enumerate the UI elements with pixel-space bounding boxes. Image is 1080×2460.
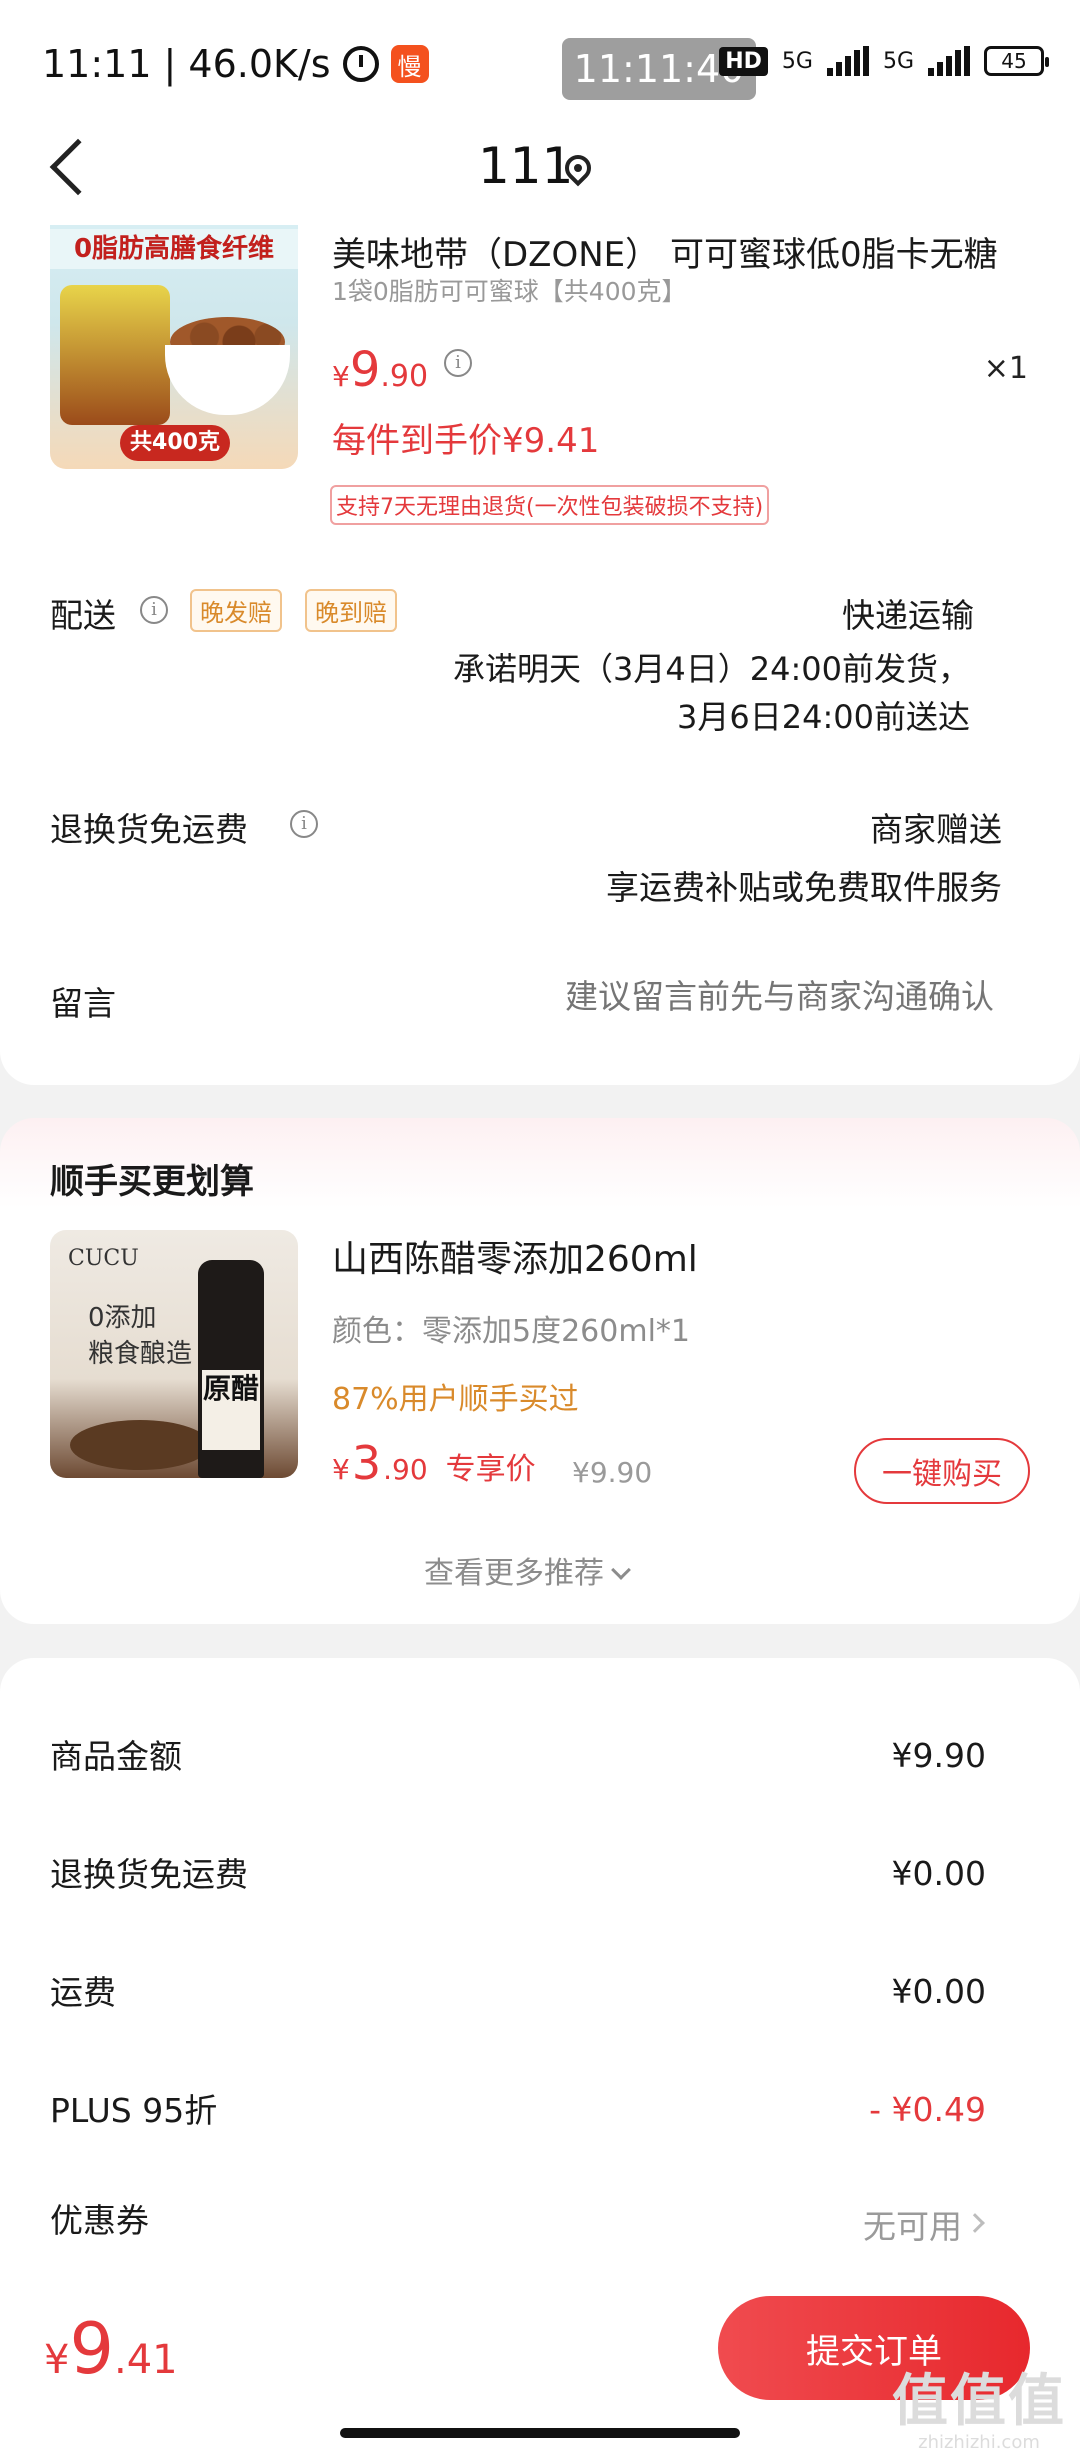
signal-icon [826, 46, 869, 76]
summary-label: PLUS 95折 [50, 2091, 218, 2130]
network-5g-label-2: 5G [882, 48, 914, 74]
summary-label: 退换货免运费 [50, 1855, 248, 1894]
watermark-logo: 值值值 zhizhizhi.com [892, 2369, 1066, 2454]
price-decimal: .90 [380, 359, 429, 394]
signal-icon-2 [928, 46, 970, 76]
product-image-banner: 0脂肪高膳食纤维 [50, 229, 298, 269]
late-ship-tag: 晚发赔 [190, 589, 282, 632]
summary-row-goods: 商品金额 ¥9.90 [50, 1730, 1000, 1790]
delivery-promise: 承诺明天（3月4日）24:00前发货， 3月6日24:00前送达 [453, 645, 970, 741]
product-price: ¥ 9 .90 [332, 342, 428, 398]
late-arrive-tag: 晚到赔 [305, 589, 397, 632]
coupon-value: 无可用 [863, 2207, 962, 2246]
message-input[interactable] [434, 977, 994, 1016]
network-speed: | 46.0K/s [163, 42, 331, 86]
total-price-currency: ¥ [44, 2337, 70, 2383]
more-recommend-link[interactable]: 查看更多推荐 [424, 1548, 631, 1592]
status-time: 11:11 [42, 42, 152, 86]
delivery-info-icon[interactable]: i [140, 596, 168, 624]
free-return-value: 商家赠送 [870, 810, 1002, 849]
free-return-desc: 享运费补贴或免费取件服务 [606, 868, 1002, 907]
total-price: ¥ 9 .41 [44, 2308, 178, 2390]
message-label: 留言 [50, 984, 116, 1023]
hd-icon: HD [719, 46, 768, 76]
status-bar: 11:11 | 46.0K/s 慢 11:11:40 HD 5G 5G 45 [0, 0, 1080, 125]
recommend-product-image[interactable]: CUCU 0添加 粮食酿造 原醋 [50, 1230, 298, 1478]
price-info-icon[interactable]: i [444, 349, 472, 377]
summary-label: 优惠券 [50, 2201, 149, 2240]
recommend-buyers-rate: 87%用户顺手买过 [332, 1382, 579, 1417]
bowl-graphic [165, 345, 290, 415]
price-integer: 9 [349, 342, 381, 398]
bottom-bar: ¥ 9 .41 提交订单 值值值 zhizhizhi.com [0, 2278, 1080, 2460]
watermark-main: 值值值 [892, 2369, 1066, 2434]
recommend-image-slogan-1: 0添加 [88, 1303, 157, 1333]
return-policy-tag: 支持7天无理由退货(一次性包装破损不支持) [330, 485, 770, 525]
more-recommend-label: 查看更多推荐 [424, 1556, 604, 1591]
price-summary-card: 商品金额 ¥9.90 退换货免运费 ¥0.00 运费 ¥0.00 PLUS 95… [0, 1658, 1080, 2278]
delivery-promise-ship: 承诺明天（3月4日）24:00前发货， [453, 650, 970, 688]
battery-icon: 45 [984, 46, 1049, 76]
total-price-decimal: .41 [114, 2337, 178, 2383]
recommend-price-decimal: .90 [383, 1453, 428, 1486]
plate-graphic [70, 1420, 210, 1470]
summary-value: ¥0.00 [891, 1854, 986, 1893]
recommend-product-name[interactable]: 山西陈醋零添加260ml [332, 1230, 698, 1282]
recommend-price-currency: ¥ [332, 1453, 350, 1486]
summary-label: 商品金额 [50, 1737, 182, 1776]
product-spec: 1袋0脂肪可可蜜球【共400克】 [332, 277, 687, 306]
one-click-buy-button[interactable]: 一键购买 [854, 1438, 1030, 1504]
home-indicator[interactable] [340, 2428, 740, 2438]
total-price-integer: 9 [69, 2308, 114, 2390]
exclusive-price-label: 专享价 [445, 1452, 536, 1487]
price-currency: ¥ [332, 360, 350, 393]
recommend-image-slogan-2: 粮食酿造 [88, 1339, 193, 1369]
recommend-image-label: 原醋 [202, 1370, 260, 1450]
product-quantity: ×1 [983, 351, 1028, 386]
summary-row-coupon[interactable]: 优惠券 无可用 [50, 2194, 1000, 2254]
back-icon[interactable] [49, 138, 107, 196]
product-image-tag: 共400克 [120, 425, 230, 461]
delivery-method[interactable]: 快递运输 [842, 589, 974, 637]
recommend-original-price: ¥9.90 [572, 1456, 653, 1489]
chevron-right-icon [965, 2213, 985, 2233]
alarm-icon [342, 46, 379, 82]
status-left: 11:11 | 46.0K/s 慢 [42, 42, 429, 86]
product-name[interactable]: 美味地带（DZONE） 可可蜜球低0脂卡无糖 [332, 227, 1032, 276]
summary-value: ¥9.90 [891, 1736, 986, 1775]
summary-value: ¥0.00 [891, 1972, 986, 2011]
page-title: 111 [478, 137, 574, 195]
product-image[interactable]: 0脂肪高膳食纤维 共400克 [50, 225, 298, 469]
watermark-site: zhizhizhi.com [918, 2432, 1040, 2453]
recommend-image-brand: CUCU [68, 1246, 139, 1271]
product-bag-graphic [60, 285, 170, 425]
delivery-promise-arrive: 3月6日24:00前送达 [677, 698, 970, 736]
hand-price: 每件到手价¥9.41 [332, 421, 600, 461]
summary-row-free-return: 退换货免运费 ¥0.00 [50, 1848, 1000, 1908]
recommend-product-spec: 颜色：零添加5度260ml*1 [332, 1314, 690, 1349]
status-right: HD 5G 5G 45 [719, 46, 1049, 76]
nav-bar: 111 [0, 125, 1080, 225]
chevron-down-icon [611, 1560, 631, 1580]
recommend-price-integer: 3 [351, 1436, 382, 1490]
delivery-label: 配送 [50, 596, 116, 635]
app-badge-icon: 慢 [390, 45, 429, 83]
recommend-price: ¥ 3 .90 专享价 [332, 1436, 536, 1490]
recommend-title: 顺手买更划算 [50, 1162, 254, 1202]
network-5g-label: 5G [781, 48, 813, 74]
summary-value: - ¥0.49 [869, 2090, 986, 2129]
recommend-image-slogan: 0添加 粮食酿造 [88, 1300, 192, 1372]
summary-row-plus-discount: PLUS 95折 - ¥0.49 [50, 2084, 1000, 2144]
summary-row-shipping: 运费 ¥0.00 [50, 1966, 1000, 2026]
order-card: 0脂肪高膳食纤维 共400克 美味地带（DZONE） 可可蜜球低0脂卡无糖 1袋… [0, 225, 1080, 1085]
free-return-info-icon[interactable]: i [290, 810, 318, 838]
free-return-label: 退换货免运费 [50, 810, 248, 849]
summary-label: 运费 [50, 1973, 116, 2012]
recommend-card: 顺手买更划算 CUCU 0添加 粮食酿造 原醋 山西陈醋零添加260ml 颜色：… [0, 1118, 1080, 1624]
